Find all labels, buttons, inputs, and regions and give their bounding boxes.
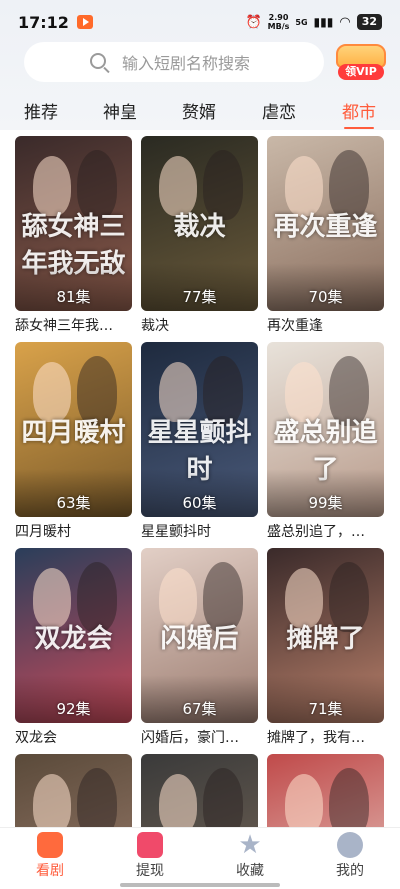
nav-withdraw-label: 提现 [136, 863, 164, 879]
search-placeholder: 输入短剧名称搜索 [122, 54, 251, 73]
profile-icon [337, 832, 363, 858]
status-indicators: ⏰ 2.90 MB/s 5G ▮▮▮ ◠ 32 [245, 13, 382, 31]
tab-recommend[interactable]: 推荐 [24, 98, 58, 123]
episode-count: 77集 [182, 288, 217, 306]
drama-title: 盛总别追了，… [267, 524, 365, 540]
nav-favorites[interactable]: ★ 收藏 [220, 832, 280, 880]
drama-title: 舔女神三年我… [15, 318, 113, 334]
episode-count: 67集 [182, 700, 217, 718]
wifi-icon: ◠ [339, 14, 351, 30]
tab-urban[interactable]: 都市 [342, 98, 376, 129]
status-bar: 17:12 ⏰ 2.90 MB/s 5G ▮▮▮ ◠ 32 [0, 0, 400, 44]
drama-grid: 舔女神三年我无敌81集舔女神三年我…裁决77集裁决再次重逢70集再次重逢四月暖村… [0, 130, 400, 827]
drama-card[interactable] [15, 754, 132, 827]
drama-card[interactable]: 双龙会 92集 双龙会 [15, 548, 132, 747]
drama-card[interactable]: 星星颤抖时60集星星颤抖时 [141, 342, 258, 541]
drama-poster: 裁决 77集 [141, 136, 258, 311]
episode-count: 63集 [56, 494, 91, 512]
vip-label: 领VIP [338, 64, 384, 80]
poster-title-art: 裁决 [173, 212, 226, 242]
drama-title: 裁决 [141, 318, 169, 334]
poster-figure [329, 768, 369, 827]
nav-profile-label: 我的 [336, 863, 364, 879]
search-icon [90, 53, 106, 69]
star-icon: ★ [238, 830, 262, 860]
episode-count: 71集 [308, 700, 343, 718]
battery-icon: 32 [356, 14, 382, 30]
category-tabs: 推荐 神皇 赘婿 虐恋 都市 [0, 90, 400, 130]
poster-figure [203, 768, 243, 827]
drama-card[interactable]: 盛总别追了99集盛总别追了，… [267, 342, 384, 541]
poster-figure [33, 774, 71, 827]
drama-poster: 摊牌了 71集 [267, 548, 384, 723]
poster-figure [77, 768, 117, 827]
drama-poster: 四月暖村 63集 [15, 342, 132, 517]
drama-card[interactable]: 闪婚后 67集闪婚后，豪门… [141, 548, 258, 747]
search-input[interactable]: 输入短剧名称搜索 [24, 42, 324, 82]
home-indicator [120, 883, 280, 887]
drama-poster: 舔女神三年我无敌81集 [15, 136, 132, 311]
tab-son-in-law[interactable]: 赘婿 [182, 98, 216, 123]
drama-title: 星星颤抖时 [141, 524, 211, 540]
bottom-nav: 看剧 提现 ★ 收藏 我的 [0, 827, 400, 889]
poster-title-art: 双龙会 [34, 624, 113, 654]
drama-title: 闪婚后，豪门… [141, 730, 239, 746]
episode-count: 60集 [182, 494, 217, 512]
drama-poster: 星星颤抖时60集 [141, 342, 258, 517]
home-icon [37, 832, 63, 858]
status-time: 17:12 [18, 12, 69, 32]
drama-card[interactable]: 裁决 77集 裁决 [141, 136, 258, 335]
drama-title: 双龙会 [15, 730, 57, 746]
net-speed-unit: MB/s [267, 22, 290, 31]
alarm-icon: ⏰ [245, 14, 262, 30]
drama-title: 四月暖村 [15, 524, 71, 540]
poster-title-art: 再次重逢 [273, 212, 378, 242]
tab-god-emperor[interactable]: 神皇 [103, 98, 137, 123]
vip-button[interactable]: 领VIP [334, 42, 388, 82]
drama-poster [267, 754, 384, 827]
drama-poster: 再次重逢 70集 [267, 136, 384, 311]
drama-title: 摊牌了，我有… [267, 730, 365, 746]
nav-withdraw[interactable]: 提现 [120, 832, 180, 880]
nav-watch[interactable]: 看剧 [20, 832, 80, 880]
episode-count: 70集 [308, 288, 343, 306]
drama-poster: 闪婚后 67集 [141, 548, 258, 723]
drama-poster [15, 754, 132, 827]
tab-tragic-romance[interactable]: 虐恋 [262, 98, 296, 123]
nav-profile[interactable]: 我的 [320, 832, 380, 880]
drama-poster: 双龙会 92集 [15, 548, 132, 723]
poster-title-art: 四月暖村 [21, 418, 126, 448]
net-speed-value: 2.90 [268, 13, 289, 22]
drama-title: 再次重逢 [267, 318, 323, 334]
drama-card[interactable]: 舔女神三年我无敌81集舔女神三年我… [15, 136, 132, 335]
nav-watch-label: 看剧 [36, 863, 64, 879]
signal-icon: ▮▮▮ [313, 15, 334, 29]
nav-favorites-label: 收藏 [236, 863, 264, 879]
episode-count: 92集 [56, 700, 91, 718]
episode-count: 99集 [308, 494, 343, 512]
poster-title-art: 摊牌了 [286, 624, 365, 654]
drama-card[interactable] [141, 754, 258, 827]
video-app-icon [76, 15, 93, 29]
poster-figure [159, 774, 197, 827]
drama-card[interactable]: 再次重逢 70集 再次重逢 [267, 136, 384, 335]
poster-figure [285, 774, 323, 827]
drama-poster: 盛总别追了99集 [267, 342, 384, 517]
episode-count: 81集 [56, 288, 91, 306]
wallet-icon [137, 832, 163, 858]
network-label: 5G [295, 17, 308, 27]
net-speed: 2.90 MB/s [268, 13, 290, 31]
drama-card[interactable] [267, 754, 384, 827]
poster-title-art: 闪婚后 [160, 624, 239, 654]
drama-card[interactable]: 四月暖村 63集 四月暖村 [15, 342, 132, 541]
drama-poster [141, 754, 258, 827]
drama-card[interactable]: 摊牌了 71集摊牌了，我有… [267, 548, 384, 747]
